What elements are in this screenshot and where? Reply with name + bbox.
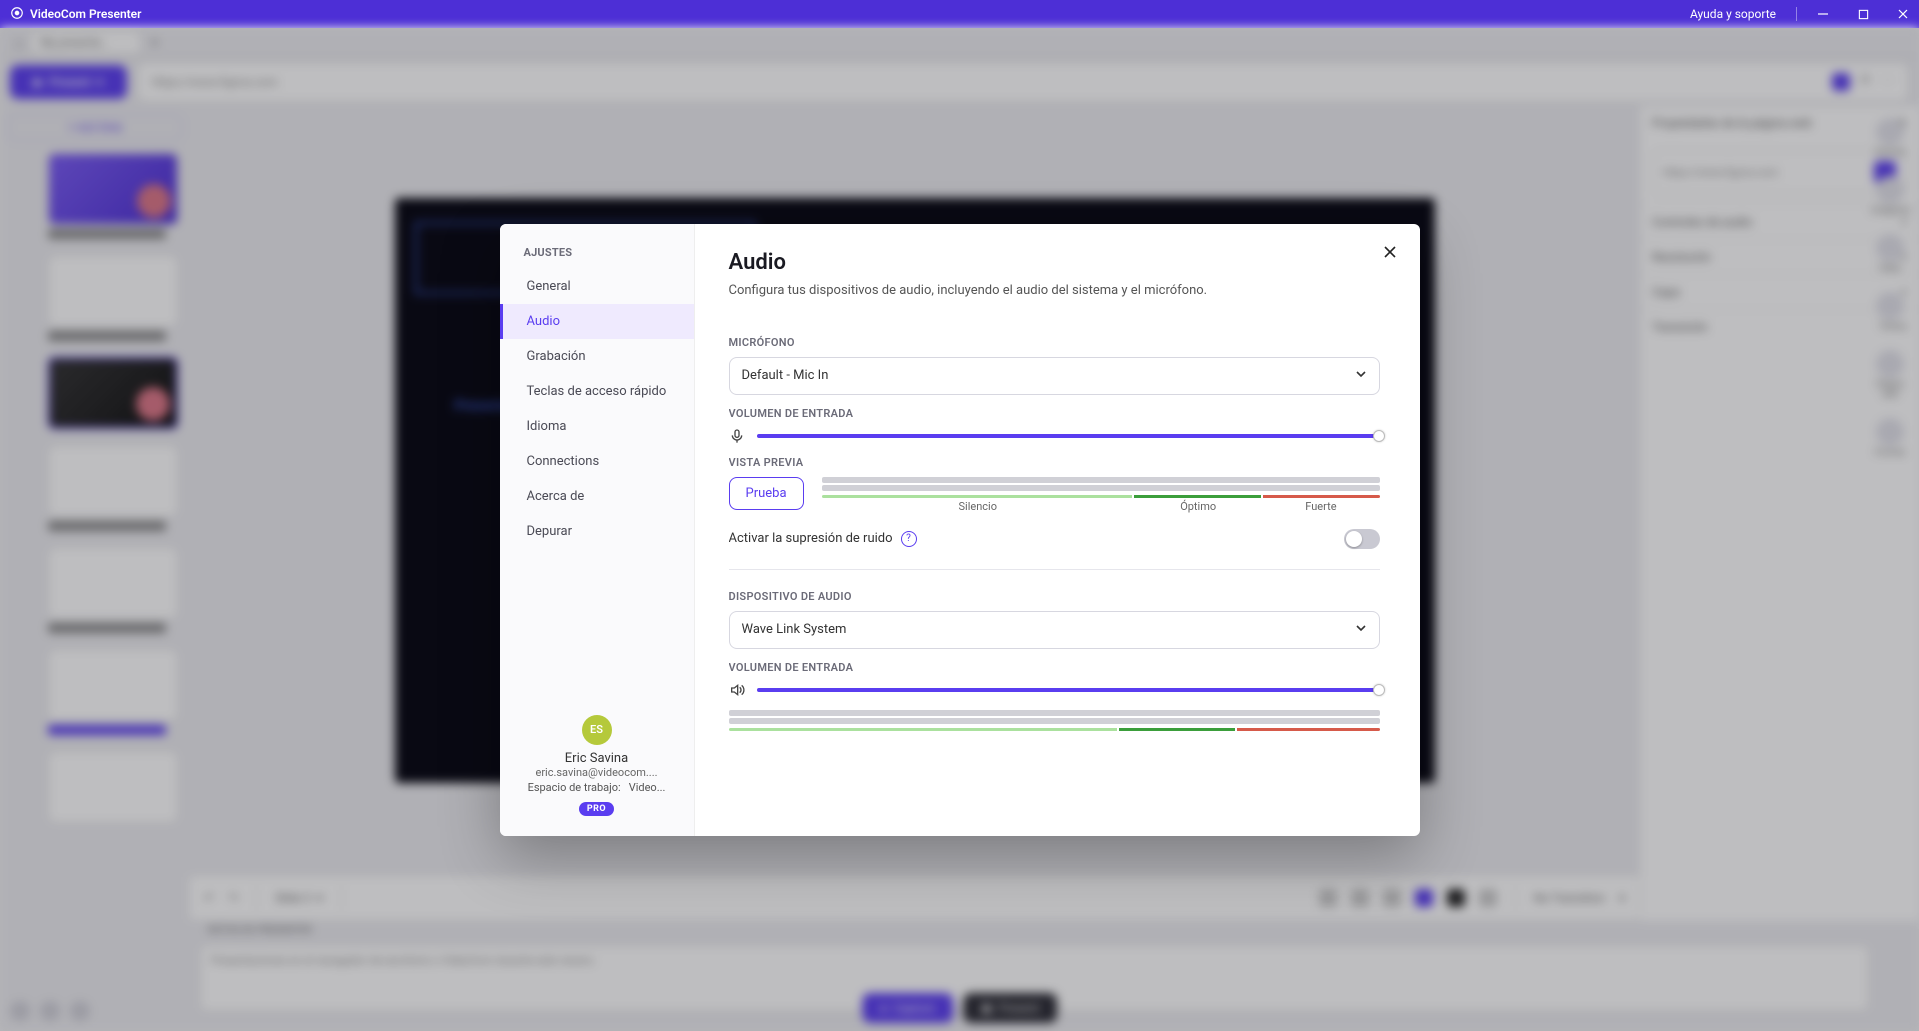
close-icon: [1383, 245, 1397, 259]
window-close-button[interactable]: [1897, 8, 1909, 20]
app-title: VideoCom Presenter: [30, 7, 141, 21]
titlebar: VideoCom Presenter Ayuda y soporte: [0, 0, 1919, 28]
sidebar-item-debug[interactable]: Depurar: [500, 514, 694, 549]
user-name: Eric Savina: [508, 751, 686, 766]
chevron-down-icon: [1355, 622, 1367, 638]
output-device-select[interactable]: Wave Link System: [729, 611, 1380, 649]
section-divider: [729, 569, 1380, 570]
window-minimize-button[interactable]: [1817, 8, 1829, 20]
noise-suppression-label: Activar la supresión de ruido: [729, 531, 893, 546]
help-icon[interactable]: ?: [901, 531, 917, 547]
sidebar-item-language[interactable]: Idioma: [500, 409, 694, 444]
settings-sidebar: AJUSTES General Audio Grabación Teclas d…: [500, 224, 695, 836]
sidebar-item-recording[interactable]: Grabación: [500, 339, 694, 374]
sidebar-item-general[interactable]: General: [500, 269, 694, 304]
preview-label: VISTA PREVIA: [729, 456, 1380, 469]
microphone-section-label: MICRÓFONO: [729, 336, 1380, 349]
user-email: eric.savina@videocom....: [508, 766, 686, 779]
output-level-meter: [729, 710, 1380, 731]
output-volume-slider[interactable]: [757, 688, 1380, 692]
workspace-value: Video...: [629, 781, 666, 794]
slider-knob[interactable]: [1373, 684, 1385, 696]
window-maximize-button[interactable]: [1857, 8, 1869, 20]
output-device-label: DISPOSITIVO DE AUDIO: [729, 590, 1380, 603]
separator: [1796, 7, 1797, 21]
sidebar-item-about[interactable]: Acerca de: [500, 479, 694, 514]
chevron-down-icon: [1355, 368, 1367, 384]
input-level-meter: Silencio Óptimo Fuerte: [822, 477, 1380, 513]
scale-loud: Fuerte: [1262, 500, 1379, 513]
sidebar-user-card: ES Eric Savina eric.savina@videocom.... …: [500, 703, 694, 836]
settings-modal: AJUSTES General Audio Grabación Teclas d…: [500, 224, 1420, 836]
scale-optimal: Óptimo: [1134, 500, 1262, 513]
microphone-icon: [729, 428, 747, 444]
microphone-select[interactable]: Default - Mic In: [729, 357, 1380, 395]
scale-silence: Silencio: [822, 500, 1134, 513]
output-device-value: Wave Link System: [742, 622, 847, 637]
noise-suppression-toggle[interactable]: [1344, 529, 1380, 549]
speaker-icon: [729, 682, 747, 698]
settings-scroll-area[interactable]: MICRÓFONO Default - Mic In VOLUMEN DE EN…: [729, 324, 1394, 836]
modal-close-button[interactable]: [1380, 242, 1400, 262]
sidebar-item-connections[interactable]: Connections: [500, 444, 694, 479]
user-avatar: ES: [582, 715, 612, 745]
output-volume-label: VOLUMEN DE ENTRADA: [729, 661, 1380, 674]
pro-badge: PRO: [579, 802, 614, 816]
workspace-label: Espacio de trabajo:: [528, 781, 621, 794]
sidebar-item-hotkeys[interactable]: Teclas de acceso rápido: [500, 374, 694, 409]
settings-page-title: Audio: [729, 250, 1386, 275]
microphone-select-value: Default - Mic In: [742, 368, 829, 383]
input-volume-slider[interactable]: [757, 434, 1380, 438]
settings-sidebar-header: AJUSTES: [500, 224, 694, 269]
settings-page-subtitle: Configura tus dispositivos de audio, inc…: [729, 283, 1386, 298]
settings-content: Audio Configura tus dispositivos de audi…: [695, 224, 1420, 836]
input-volume-label: VOLUMEN DE ENTRADA: [729, 407, 1380, 420]
test-microphone-button[interactable]: Prueba: [729, 477, 804, 510]
modal-overlay: AJUSTES General Audio Grabación Teclas d…: [0, 28, 1919, 1031]
slider-knob[interactable]: [1373, 430, 1385, 442]
help-support-link[interactable]: Ayuda y soporte: [1690, 7, 1776, 21]
sidebar-item-audio[interactable]: Audio: [500, 304, 694, 339]
app-logo-icon: [10, 6, 24, 23]
